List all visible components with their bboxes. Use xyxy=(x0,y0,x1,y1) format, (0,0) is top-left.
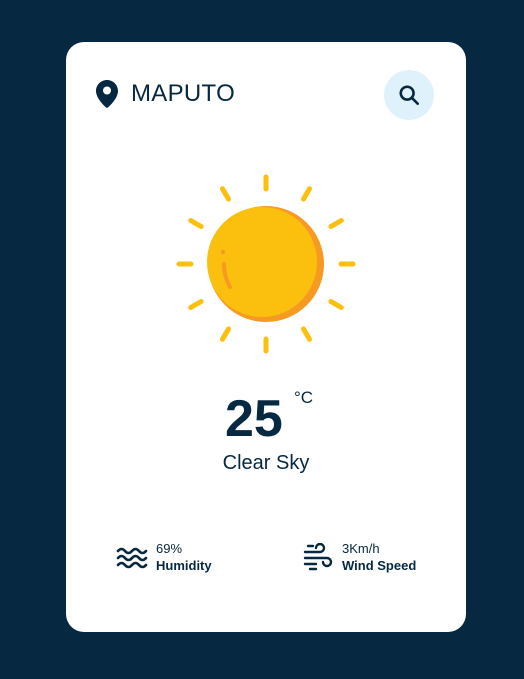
weather-description: Clear Sky xyxy=(222,452,310,474)
humidity-stat: 69% Humidity xyxy=(116,540,212,574)
wind-stat: 3Km/h Wind Speed xyxy=(302,540,416,574)
weather-icon xyxy=(174,172,358,356)
temperature-value: 25 xyxy=(225,390,283,448)
map-pin-icon xyxy=(96,80,118,108)
temperature-display: 25 °C xyxy=(66,386,466,448)
wind-value: 3Km/h xyxy=(342,541,380,556)
wind-icon xyxy=(303,543,333,571)
sun-icon xyxy=(176,174,356,354)
search-button[interactable] xyxy=(384,70,434,120)
humidity-value: 69% xyxy=(156,541,183,556)
location: MAPUTO xyxy=(96,80,235,108)
wind-label: Wind Speed xyxy=(342,558,417,573)
humidity-label: Humidity xyxy=(156,558,212,573)
weather-card: MAPUTO 25 °C Clear Sky 69% Humidity 3Km/… xyxy=(66,42,466,632)
temperature-unit: °C xyxy=(294,388,314,407)
waves-icon xyxy=(116,547,148,569)
search-icon xyxy=(399,85,419,105)
city-name: MAPUTO xyxy=(131,80,236,107)
